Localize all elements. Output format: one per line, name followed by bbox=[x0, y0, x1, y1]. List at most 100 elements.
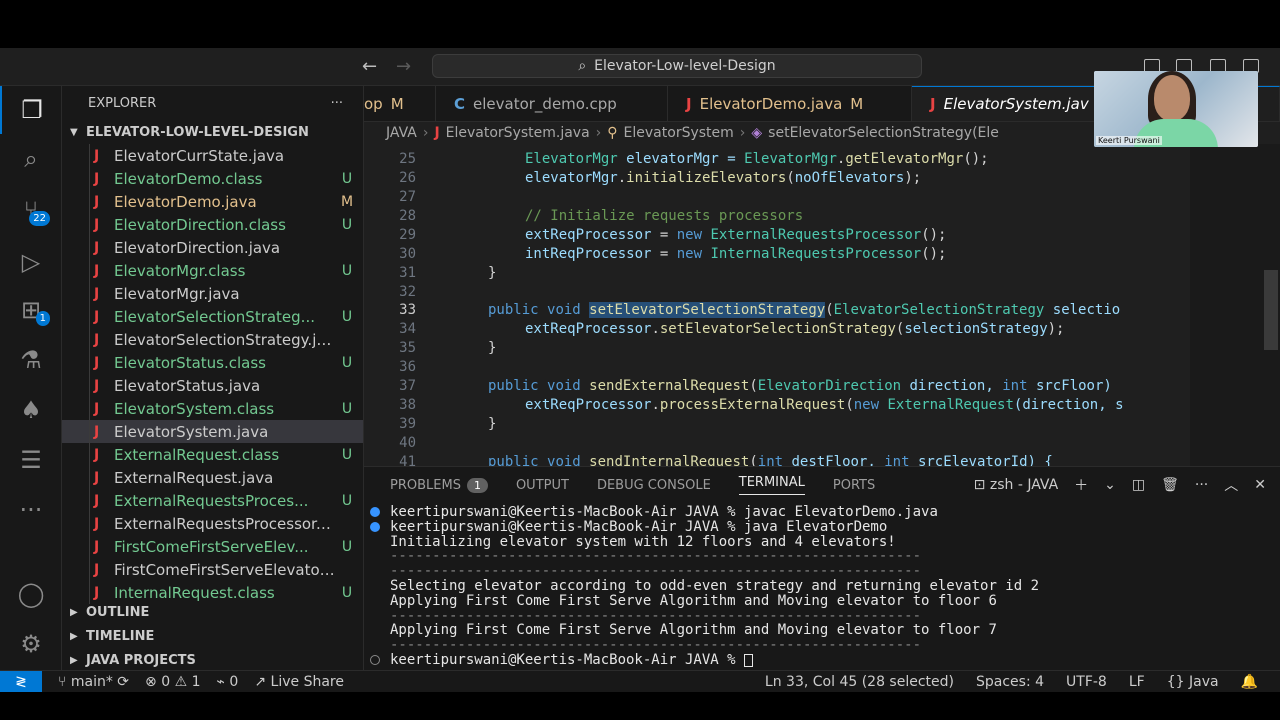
file-item[interactable]: J ElevatorMgr.class U bbox=[62, 259, 363, 282]
chevron-right-icon: › bbox=[595, 125, 602, 141]
notifications-bell-icon[interactable]: 🔔 bbox=[1241, 674, 1258, 690]
terminal-line: Applying First Come First Serve Algorith… bbox=[390, 622, 997, 639]
forward-arrow-icon[interactable]: → bbox=[396, 56, 411, 77]
editor-scrollbar[interactable] bbox=[1264, 270, 1278, 350]
line-number: 26 bbox=[399, 169, 416, 186]
file-item[interactable]: J ExternalRequest.java bbox=[62, 466, 363, 489]
chevron-right-icon: › bbox=[422, 125, 429, 141]
tab-elevator-demo-java[interactable]: J ElevatorDemo.java M bbox=[668, 86, 912, 121]
cursor-position[interactable]: Ln 33, Col 45 (28 selected) bbox=[765, 674, 954, 690]
file-item[interactable]: J ElevatorSelectionStrateg... U bbox=[62, 305, 363, 328]
terminal-prompt: keertipurswani@Keertis-MacBook-Air JAVA … bbox=[370, 653, 1270, 668]
file-item[interactable]: J ElevatorStatus.java bbox=[62, 374, 363, 397]
terminal-line: ----------------------------------------… bbox=[390, 637, 922, 654]
back-arrow-icon[interactable]: ← bbox=[362, 56, 377, 77]
file-item[interactable]: J ExternalRequestsProces... U bbox=[62, 489, 363, 512]
breadcrumb-class[interactable]: ElevatorSystem bbox=[624, 125, 734, 141]
cpp-file-icon: C bbox=[454, 94, 466, 113]
tab-debug-console[interactable]: DEBUG CONSOLE bbox=[597, 478, 711, 493]
terminal-line: ----------------------------------------… bbox=[390, 548, 922, 565]
maximize-panel-icon[interactable]: ︿ bbox=[1224, 475, 1238, 495]
breadcrumb-method[interactable]: setElevatorSelectionStrategy(Ele bbox=[768, 125, 999, 141]
chevron-down-icon[interactable]: ⌄ bbox=[1104, 477, 1116, 493]
code-line: 29 extReqProcessor = new ExternalRequests… bbox=[364, 225, 1280, 244]
branch-indicator[interactable]: ⑂ main* ⟳ bbox=[58, 674, 129, 690]
breadcrumb-folder[interactable]: JAVA bbox=[386, 125, 417, 141]
file-item[interactable]: J ElevatorDirection.java bbox=[62, 236, 363, 259]
outline-section[interactable]: ▶ OUTLINE bbox=[62, 600, 363, 624]
indentation[interactable]: Spaces: 4 bbox=[976, 674, 1044, 690]
file-item[interactable]: J ElevatorDirection.class U bbox=[62, 213, 363, 236]
tab-elevator-demo-cpp[interactable]: Celevator_demo.cpp bbox=[436, 86, 668, 121]
leaf-icon[interactable]: ♠ bbox=[0, 386, 62, 434]
live-share-button[interactable]: ↗ Live Share bbox=[254, 674, 344, 690]
java-file-icon: J bbox=[686, 94, 692, 113]
terminal-selector[interactable]: ⊡ zsh - JAVA bbox=[974, 477, 1058, 493]
code-line-current: 33 public void setElevatorSelectionStrate… bbox=[364, 300, 1280, 319]
database-icon[interactable]: ☰ bbox=[0, 436, 62, 484]
file-item[interactable]: J FirstComeFirstServeElev... U bbox=[62, 535, 363, 558]
split-terminal-icon[interactable]: ◫ bbox=[1132, 477, 1145, 493]
file-item[interactable]: J ExternalRequest.class U bbox=[62, 443, 363, 466]
java-file-icon: J bbox=[434, 125, 440, 141]
file-item[interactable]: J FirstComeFirstServeElevator... bbox=[62, 558, 363, 581]
new-terminal-plus-icon[interactable]: ＋ bbox=[1074, 475, 1088, 495]
extensions-icon[interactable]: ⊞ 1 bbox=[0, 286, 62, 334]
line-number: 29 bbox=[399, 226, 416, 243]
code-line: 38 extReqProcessor.processExternalRequest… bbox=[364, 395, 1280, 414]
explorer-more-icon[interactable]: ··· bbox=[331, 96, 343, 111]
line-number: 27 bbox=[399, 188, 416, 205]
command-center-search[interactable]: ⌕ Elevator-Low-level-Design bbox=[432, 54, 922, 78]
file-item[interactable]: J ElevatorSelectionStrategy.java bbox=[62, 328, 363, 351]
file-item[interactable]: J ElevatorDemo.java M bbox=[62, 190, 363, 213]
code-editor[interactable]: 25 ElevatorMgr elevatorMgr = ElevatorMgr.… bbox=[364, 144, 1280, 466]
close-panel-icon[interactable]: ✕ bbox=[1254, 477, 1266, 493]
java-file-icon: J bbox=[94, 285, 100, 302]
problems-indicator[interactable]: ⊗ 0 ⚠ 1 bbox=[145, 674, 201, 690]
testing-flask-icon[interactable]: ⚗ bbox=[0, 336, 62, 384]
explorer-icon[interactable]: ❐ bbox=[0, 86, 62, 134]
run-debug-icon[interactable]: ▷ bbox=[0, 238, 62, 286]
tab-problems[interactable]: PROBLEMS 1 bbox=[390, 477, 488, 493]
remote-indicator-icon[interactable]: ≷ bbox=[0, 671, 42, 692]
accounts-icon[interactable]: ◯ bbox=[0, 570, 62, 618]
tab-ports[interactable]: PORTS bbox=[833, 478, 875, 493]
file-item[interactable]: J ElevatorSystem.class U bbox=[62, 397, 363, 420]
settings-gear-icon[interactable]: ⚙ bbox=[0, 620, 62, 668]
file-item[interactable]: J ElevatorMgr.java bbox=[62, 282, 363, 305]
bottom-panel: PROBLEMS 1 OUTPUT DEBUG CONSOLE TERMINAL … bbox=[364, 466, 1280, 670]
webcam-overlay: Keerti Purswani bbox=[1094, 71, 1258, 147]
breadcrumb-file[interactable]: ElevatorSystem.java bbox=[446, 125, 590, 141]
indent-guide bbox=[89, 282, 90, 305]
file-item[interactable]: J ElevatorDemo.class U bbox=[62, 167, 363, 190]
language-mode[interactable]: {} Java bbox=[1167, 674, 1219, 690]
ports-indicator[interactable]: ⌁ 0 bbox=[217, 674, 239, 690]
trash-icon[interactable]: 🗑 bbox=[1161, 477, 1179, 493]
more-actions-icon[interactable]: ··· bbox=[1195, 477, 1208, 493]
file-item[interactable]: J ExternalRequestsProcessor.ja... bbox=[62, 512, 363, 535]
terminal-output[interactable]: keertipurswani@Keertis-MacBook-Air JAVA … bbox=[370, 505, 1270, 668]
encoding[interactable]: UTF-8 bbox=[1066, 674, 1107, 690]
source-control-icon[interactable]: ⑂ 22 bbox=[0, 186, 62, 234]
tab-terminal[interactable]: TERMINAL bbox=[738, 475, 805, 495]
tab-output[interactable]: OUTPUT bbox=[516, 478, 569, 493]
file-item[interactable]: J ElevatorCurrState.java bbox=[62, 144, 363, 167]
git-status: U bbox=[341, 584, 353, 601]
end-of-line[interactable]: LF bbox=[1129, 674, 1145, 690]
indent-guide bbox=[89, 558, 90, 581]
timeline-section[interactable]: ▶ TIMELINE bbox=[62, 624, 363, 648]
timeline-label: TIMELINE bbox=[86, 628, 155, 644]
file-name: ElevatorStatus.class bbox=[114, 353, 266, 372]
file-item[interactable]: J ElevatorSystem.java bbox=[62, 420, 363, 443]
error-icon: ⊗ bbox=[145, 673, 157, 690]
file-item[interactable]: J ElevatorStatus.class U bbox=[62, 351, 363, 374]
more-views-icon[interactable]: ··· bbox=[0, 486, 62, 534]
java-file-icon: J bbox=[94, 147, 100, 164]
search-view-icon[interactable]: ⌕ bbox=[0, 135, 62, 183]
java-projects-section[interactable]: ▶ JAVA PROJECTS bbox=[62, 648, 363, 670]
workspace-root-folder[interactable]: ▼ ELEVATOR-LOW-LEVEL-DESIGN bbox=[62, 120, 363, 144]
java-file-icon: J bbox=[94, 400, 100, 417]
file-name: InternalRequest.class bbox=[114, 583, 275, 602]
tab-op[interactable]: op M bbox=[364, 86, 436, 121]
code-line: 26 elevatorMgr.initializeElevators(noOfEl… bbox=[364, 168, 1280, 187]
